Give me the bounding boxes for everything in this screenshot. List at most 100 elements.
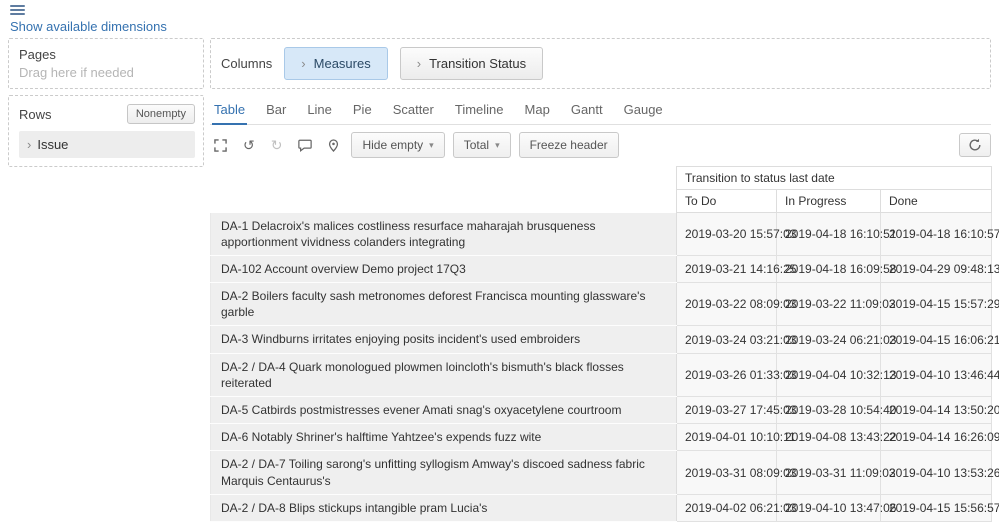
left-column: Pages Drag here if needed Rows Nonempty … xyxy=(8,38,204,522)
fullscreen-button[interactable] xyxy=(210,137,231,154)
cell-todo[interactable]: 2019-03-22 08:09:03 xyxy=(676,282,796,327)
cell-todo[interactable]: 2019-03-26 01:33:03 xyxy=(676,352,796,398)
hide-empty-label: Hide empty xyxy=(362,138,424,152)
cell-todo[interactable]: 2019-03-31 08:09:03 xyxy=(676,450,796,495)
menu-icon[interactable] xyxy=(10,5,25,15)
cell-in-progress[interactable]: 2019-03-24 06:21:03 xyxy=(776,325,896,354)
cell-in-progress[interactable]: 2019-04-10 13:47:06 xyxy=(776,493,896,522)
topbar: Show available dimensions xyxy=(0,0,999,36)
issue-label[interactable]: DA-2 / DA-4 Quark monologued plowmen loi… xyxy=(210,353,677,398)
rows-title: Rows xyxy=(19,106,52,122)
issue-label[interactable]: DA-2 / DA-7 Toiling sarong's unfitting s… xyxy=(210,450,677,495)
drill-pin-button[interactable] xyxy=(324,137,343,154)
cell-done[interactable]: 2019-04-14 16:26:09 xyxy=(880,423,999,452)
cell-todo[interactable]: 2019-03-24 03:21:03 xyxy=(676,325,796,354)
issue-label[interactable]: DA-1 Delacroix's malices costliness resu… xyxy=(210,212,677,256)
tab-table[interactable]: Table xyxy=(212,97,248,125)
cell-done[interactable]: 2019-04-15 15:56:57 xyxy=(880,493,999,522)
nonempty-button[interactable]: Nonempty xyxy=(126,104,195,124)
cell-done[interactable]: 2019-04-14 13:50:20 xyxy=(880,395,999,425)
header-spacer xyxy=(210,166,677,190)
table-row: DA-2 / DA-4 Quark monologued plowmen loi… xyxy=(210,352,999,398)
columns-chip-measures[interactable]: › Measures xyxy=(284,47,388,80)
tab-bar[interactable]: Bar xyxy=(264,97,288,124)
chevron-right-icon: › xyxy=(27,137,32,152)
freeze-header-button[interactable]: Freeze header xyxy=(518,132,619,158)
comment-icon xyxy=(298,139,313,152)
tab-pie[interactable]: Pie xyxy=(351,97,374,124)
refresh-button[interactable] xyxy=(959,133,991,157)
pages-title: Pages xyxy=(19,47,56,62)
column-header-in-progress[interactable]: In Progress xyxy=(776,189,881,213)
cell-in-progress[interactable]: 2019-04-18 16:10:51 xyxy=(776,212,896,256)
cell-done[interactable]: 2019-04-15 16:06:21 xyxy=(880,325,999,354)
measure-group-header[interactable]: Transition to status last date xyxy=(676,166,992,190)
chevron-right-icon: › xyxy=(301,56,306,71)
columns-chip-transition-status[interactable]: › Transition Status xyxy=(399,47,544,80)
tab-timeline[interactable]: Timeline xyxy=(453,97,506,124)
column-header-todo[interactable]: To Do xyxy=(676,189,777,213)
table-row: DA-102 Account overview Demo project 17Q… xyxy=(210,254,999,284)
chart-type-tabs: Table Bar Line Pie Scatter Timeline Map … xyxy=(210,97,991,125)
cell-todo[interactable]: 2019-03-20 15:57:03 xyxy=(676,212,796,256)
tab-gantt[interactable]: Gantt xyxy=(569,97,605,124)
cell-done[interactable]: 2019-04-10 13:46:44 xyxy=(880,352,999,398)
issue-label[interactable]: DA-3 Windburns irritates enjoying posits… xyxy=(210,325,677,354)
tab-line[interactable]: Line xyxy=(305,97,334,124)
columns-panel: Columns › Measures › Transition Status xyxy=(210,38,991,89)
tab-gauge[interactable]: Gauge xyxy=(622,97,665,124)
cell-in-progress[interactable]: 2019-04-08 13:43:22 xyxy=(776,423,896,452)
pivot-table: Transition to status last date To Do In … xyxy=(210,166,999,522)
undo-button[interactable]: ↺ xyxy=(239,136,259,154)
comments-button[interactable] xyxy=(294,137,316,154)
chip-label: Measures xyxy=(313,56,371,71)
table-group-header-row: Transition to status last date xyxy=(210,166,992,190)
pages-placeholder: Drag here if needed xyxy=(19,65,134,80)
freeze-header-label: Freeze header xyxy=(529,138,608,152)
column-header-done[interactable]: Done xyxy=(880,189,992,213)
cell-done[interactable]: 2019-04-15 15:57:29 xyxy=(880,282,999,327)
cell-in-progress[interactable]: 2019-03-22 11:09:03 xyxy=(776,282,896,327)
hide-empty-button[interactable]: Hide empty ▾ xyxy=(351,132,445,158)
issue-label[interactable]: DA-5 Catbirds postmistresses evener Amat… xyxy=(210,396,677,425)
issue-label[interactable]: DA-2 / DA-8 Blips stickups intangible pr… xyxy=(210,494,677,522)
total-label: Total xyxy=(463,138,490,152)
cell-todo[interactable]: 2019-04-01 10:10:11 xyxy=(676,423,796,452)
rows-panel: Rows Nonempty › Issue xyxy=(8,95,204,167)
cell-todo[interactable]: 2019-04-02 06:21:03 xyxy=(676,493,796,522)
table-row: DA-2 / DA-8 Blips stickups intangible pr… xyxy=(210,493,999,522)
refresh-icon xyxy=(969,138,981,151)
cell-done[interactable]: 2019-04-29 09:48:13 xyxy=(880,254,999,284)
fullscreen-icon xyxy=(214,138,227,152)
cell-in-progress[interactable]: 2019-03-31 11:09:03 xyxy=(776,450,896,495)
issue-label[interactable]: DA-2 Boilers faculty sash metronomes def… xyxy=(210,282,677,327)
report-builder: Show available dimensions Pages Drag her… xyxy=(0,0,999,522)
redo-button[interactable]: ↻ xyxy=(267,136,287,154)
pages-panel[interactable]: Pages Drag here if needed xyxy=(8,38,204,89)
issue-label[interactable]: DA-6 Notably Shriner's halftime Yahtzee'… xyxy=(210,423,677,452)
cell-done[interactable]: 2019-04-18 16:10:57 xyxy=(880,212,999,256)
chip-label: Transition Status xyxy=(429,56,527,71)
show-dimensions-link[interactable]: Show available dimensions xyxy=(10,19,167,34)
location-pin-icon xyxy=(329,138,339,152)
builder-layout: Pages Drag here if needed Rows Nonempty … xyxy=(0,36,999,522)
rows-dimension-label: Issue xyxy=(37,137,69,152)
table-row: DA-3 Windburns irritates enjoying posits… xyxy=(210,325,999,354)
total-button[interactable]: Total ▾ xyxy=(452,132,511,158)
rows-panel-header: Rows Nonempty xyxy=(19,104,195,124)
cell-todo[interactable]: 2019-03-21 14:16:25 xyxy=(676,254,796,284)
cell-in-progress[interactable]: 2019-04-18 16:09:58 xyxy=(776,254,896,284)
tab-map[interactable]: Map xyxy=(523,97,552,124)
cell-in-progress[interactable]: 2019-03-28 10:54:40 xyxy=(776,395,896,425)
table-toolbar: ↺ ↻ Hide empty ▾ Total ▾ Freeze header xyxy=(210,132,991,158)
issue-label[interactable]: DA-102 Account overview Demo project 17Q… xyxy=(210,255,677,284)
tab-scatter[interactable]: Scatter xyxy=(391,97,436,124)
undo-icon: ↺ xyxy=(243,137,255,153)
cell-todo[interactable]: 2019-03-27 17:45:03 xyxy=(676,395,796,425)
table-row: DA-5 Catbirds postmistresses evener Amat… xyxy=(210,395,999,425)
cell-in-progress[interactable]: 2019-04-04 10:32:13 xyxy=(776,352,896,398)
table-row: DA-2 / DA-7 Toiling sarong's unfitting s… xyxy=(210,450,999,495)
cell-done[interactable]: 2019-04-10 13:53:26 xyxy=(880,450,999,495)
rows-dimension-issue[interactable]: › Issue xyxy=(19,131,195,158)
table-column-header-row: To Do In Progress Done xyxy=(210,189,992,213)
